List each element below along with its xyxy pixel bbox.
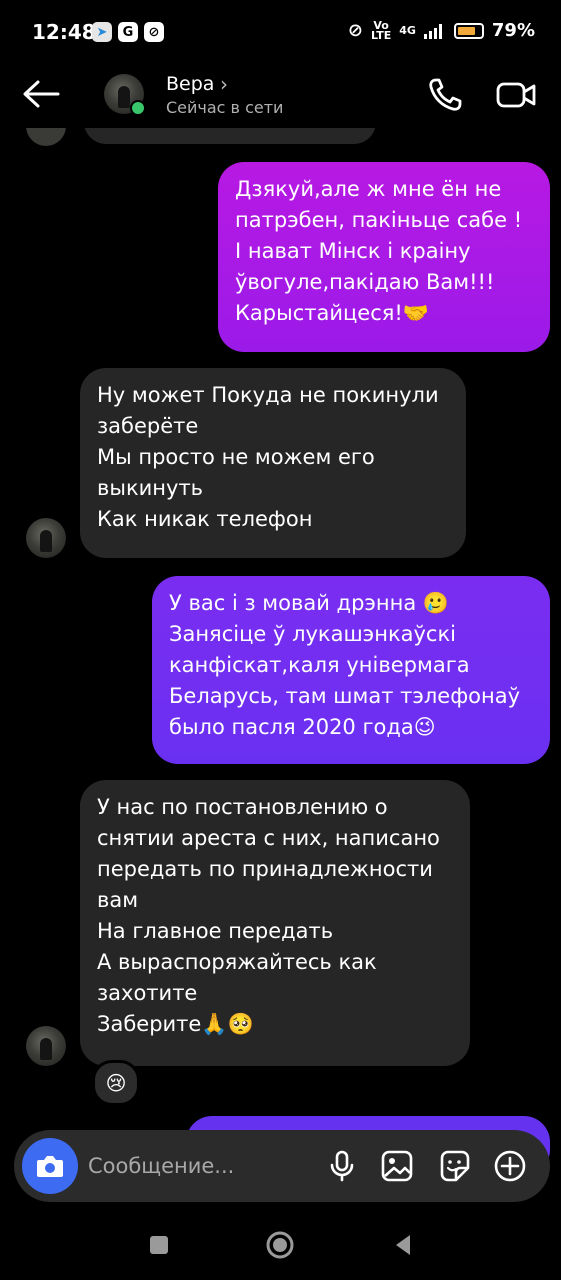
hotspot-link-icon: ⊘ [347,20,363,41]
microphone-icon[interactable] [324,1148,360,1184]
sender-avatar[interactable] [26,518,66,558]
battery-icon [453,22,484,39]
message-reaction[interactable]: 😢 [92,1060,140,1106]
camera-button[interactable] [22,1138,78,1194]
message-outgoing[interactable]: Дзякуй,але ж мне ён не патрэбен, пакіньц… [218,162,550,352]
link-icon: ⊘ [144,22,164,42]
sticker-icon[interactable] [436,1148,472,1184]
camera-icon [37,1156,63,1177]
network-type: 4G [399,23,416,37]
battery-percent: 79% [491,20,535,41]
chevron-right-icon: › [220,72,228,96]
system-nav-bar [0,1204,561,1280]
message-outgoing[interactable]: У вас і з мовай дрэнна 🥲 Занясіце ў лука… [152,576,550,764]
chat-header: Вера › Сейчас в сети [0,62,561,128]
telegram-icon: ➤ [92,22,112,42]
status-right: ⊘ Vo LTE 4G 79% [347,18,535,42]
message-incoming[interactable]: У нас по постановлению о снятии ареста с… [80,780,470,1066]
message-input[interactable] [88,1150,318,1182]
status-app-icons: ➤ G ⊘ [92,22,164,42]
online-indicator [130,100,146,116]
message-incoming[interactable]: Ну может Покуда не покинули заберёте Мы … [80,368,466,558]
status-time: 12:48 [32,20,96,44]
gallery-icon[interactable] [379,1148,415,1184]
contact-name[interactable]: Вера [166,73,214,95]
recent-apps-icon[interactable] [144,1230,174,1260]
phone-call-icon[interactable] [426,76,466,114]
status-bar: 12:48 ➤ G ⊘ ⊘ Vo LTE 4G 79% [0,0,561,62]
sender-avatar[interactable] [26,1026,66,1066]
signal-icon [423,23,442,39]
contact-status: Сейчас в сети [166,98,284,117]
home-icon[interactable] [265,1230,295,1260]
volte-icon: Vo LTE [371,18,392,42]
google-icon: G [118,22,138,42]
back-arrow-icon[interactable] [18,76,62,112]
battery-fill [457,26,475,35]
video-call-icon[interactable] [494,76,538,114]
message-composer [14,1130,550,1202]
add-circle-icon[interactable] [492,1148,528,1184]
nav-back-icon[interactable] [388,1230,418,1260]
